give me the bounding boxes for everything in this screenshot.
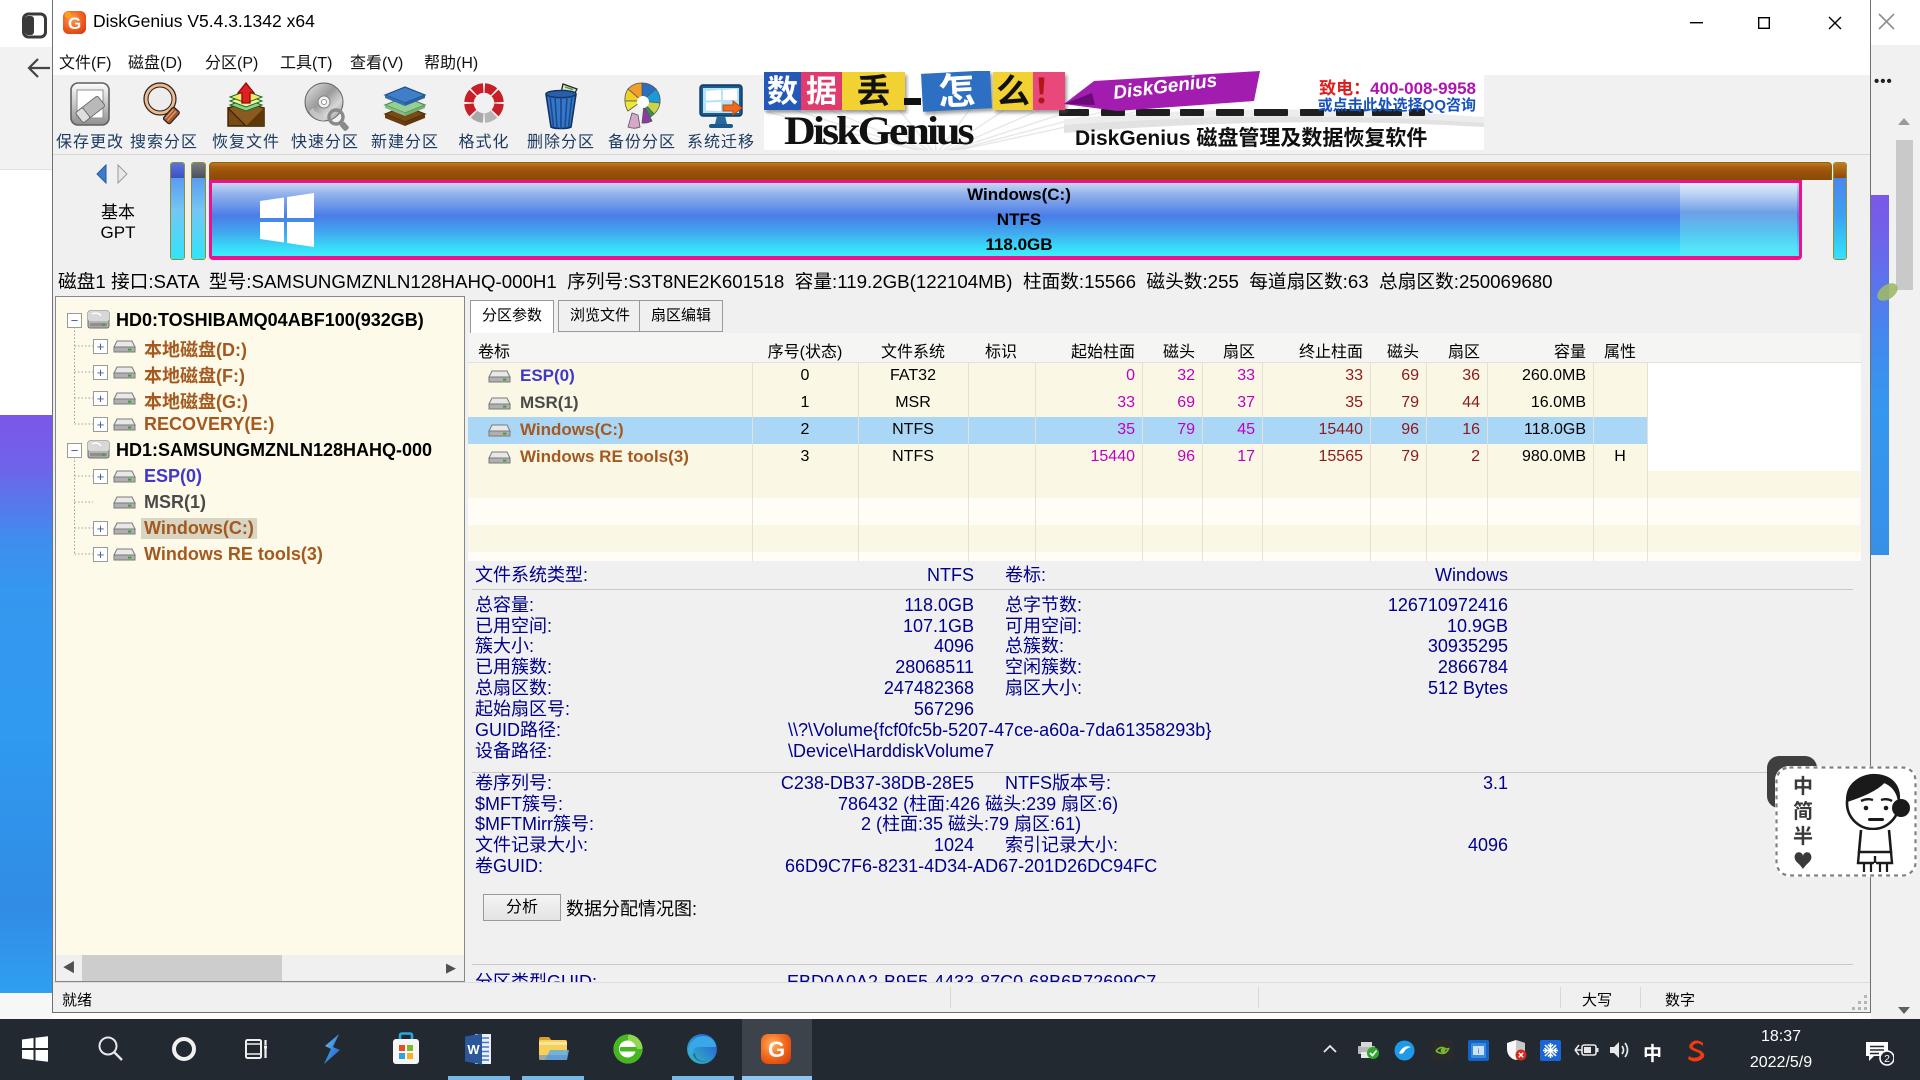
svg-text:G: G xyxy=(768,1037,785,1062)
svg-text:W: W xyxy=(467,1042,480,1057)
svg-text:G: G xyxy=(68,14,81,33)
svg-text:2: 2 xyxy=(1884,1053,1890,1065)
